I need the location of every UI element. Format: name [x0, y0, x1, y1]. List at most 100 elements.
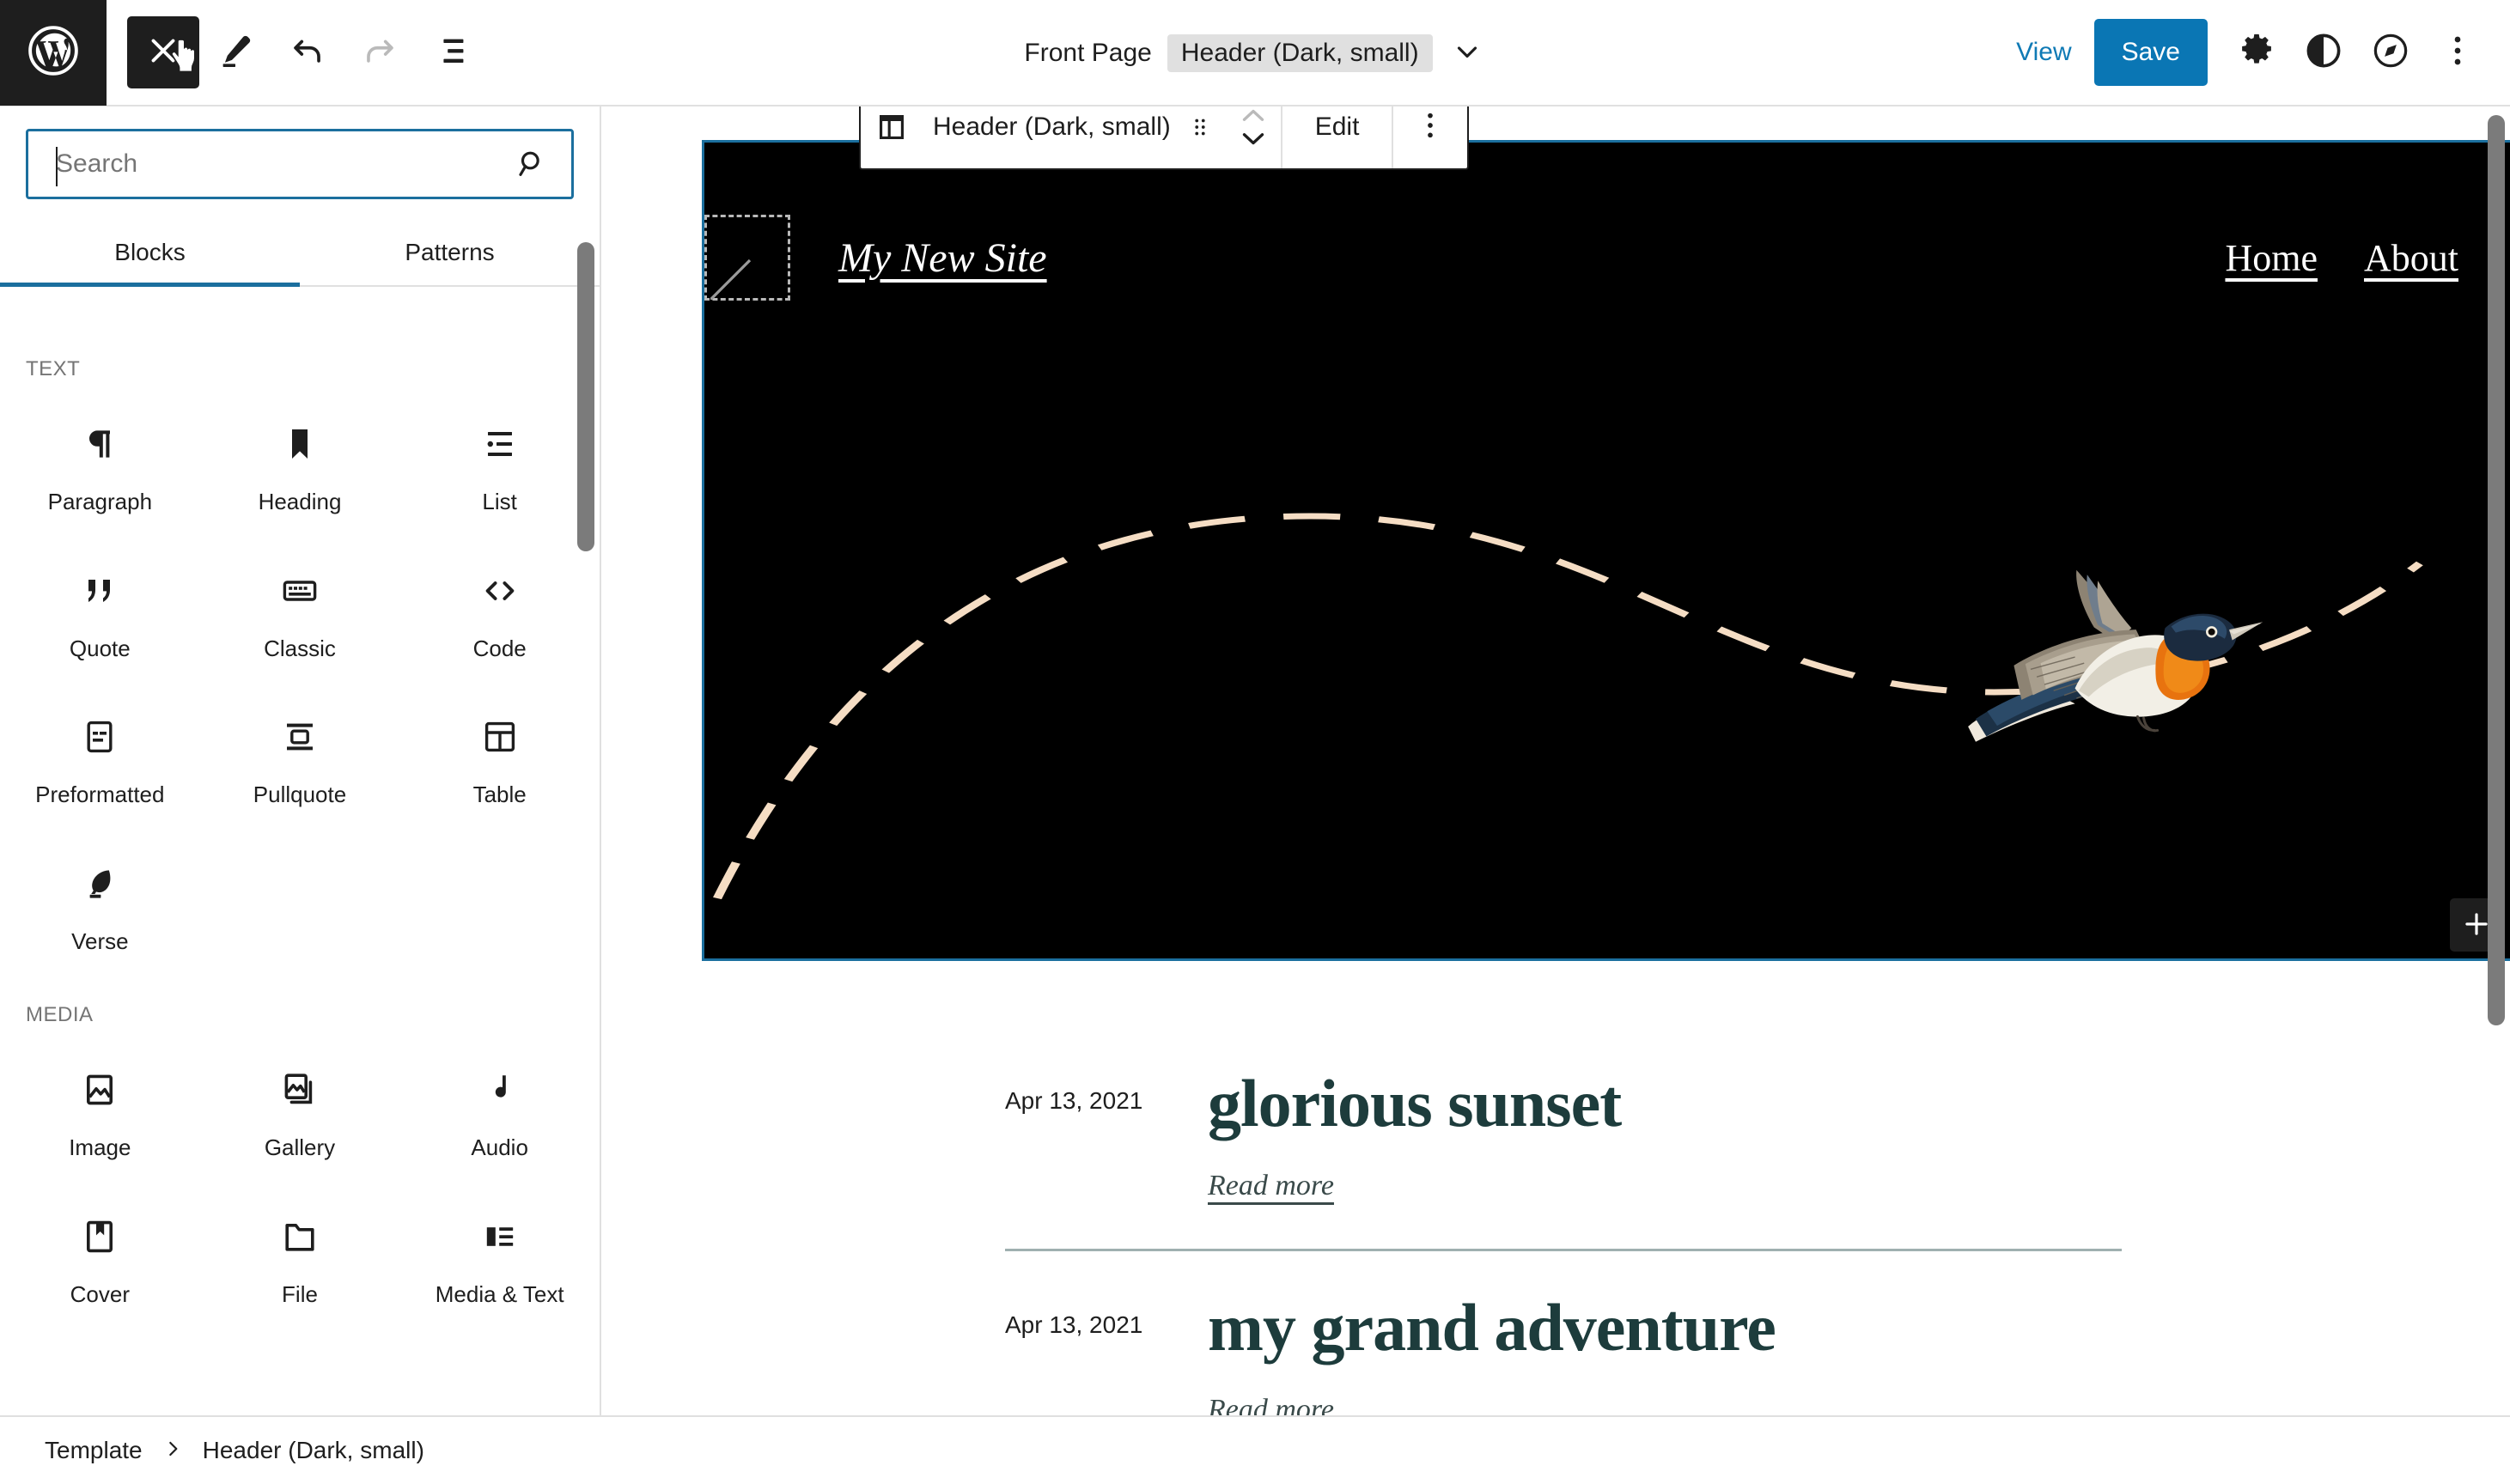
block-item-preformatted[interactable]: Preformatted [0, 683, 200, 830]
section-title-media: MEDIA [26, 1003, 94, 1027]
block-label: Image [69, 1134, 131, 1161]
tab-blocks[interactable]: Blocks [0, 223, 300, 287]
compass-icon [2371, 31, 2410, 75]
block-item-cover[interactable]: Cover [0, 1183, 200, 1329]
post-title[interactable]: my grand adventure [1208, 1292, 2510, 1363]
block-grid-text: Paragraph Heading List Quote Classic Cod… [0, 390, 600, 976]
template-part-header-block[interactable]: Header (Dark, small) Edit My New Site Ho… [702, 106, 2510, 961]
site-logo-placeholder[interactable] [704, 215, 790, 301]
block-label: File [282, 1280, 318, 1307]
block-item-heading[interactable]: Heading [200, 390, 400, 537]
post-item: Apr 13, 2021 glorious sunset Read more [601, 1068, 2510, 1202]
block-item-file[interactable]: File [200, 1183, 400, 1329]
edit-template-part-button[interactable]: Edit [1282, 106, 1392, 168]
block-item-pullquote[interactable]: Pullquote [200, 683, 400, 830]
read-more-link[interactable]: Read more [1208, 1170, 1334, 1202]
block-item-verse[interactable]: Verse [0, 830, 200, 976]
navigation-button[interactable] [2357, 19, 2424, 86]
wordpress-logo-icon [27, 24, 80, 82]
wordpress-site-editor: Front Page Header (Dark, small) View Sav… [0, 0, 2510, 1484]
nav-item-about[interactable]: About [2364, 236, 2458, 280]
drag-handle-icon[interactable] [1174, 106, 1226, 168]
top-bar-right-tools: View Save [1994, 19, 2510, 86]
save-button[interactable]: Save [2093, 19, 2208, 86]
inserter-tabs: Blocks Patterns [0, 223, 600, 287]
tab-patterns[interactable]: Patterns [300, 223, 600, 285]
list-icon [479, 419, 521, 469]
settings-button[interactable] [2223, 19, 2290, 86]
canvas-scrollbar[interactable] [2488, 115, 2505, 1025]
block-item-table[interactable]: Table [399, 683, 600, 830]
pencil-icon [216, 31, 255, 75]
pilcrow-icon [79, 419, 120, 469]
text-caret [56, 147, 58, 186]
read-more-link[interactable]: Read more [1208, 1394, 1334, 1415]
move-down-icon[interactable] [1238, 128, 1269, 150]
block-label: Pullquote [253, 782, 347, 808]
three-dots-vertical-icon [1413, 108, 1447, 147]
block-label: Cover [70, 1280, 130, 1307]
block-options-button[interactable] [1393, 106, 1467, 168]
block-item-gallery[interactable]: Gallery [200, 1036, 400, 1183]
undo-icon [288, 31, 327, 75]
block-item-image[interactable]: Image [0, 1036, 200, 1183]
wordpress-logo-button[interactable] [0, 0, 107, 106]
block-inserter-panel: Blocks Patterns TEXT Paragraph [0, 106, 601, 1415]
inserter-scroll-area: TEXT Paragraph Heading List Quote Classi… [0, 330, 600, 1415]
block-item-list[interactable]: List [399, 390, 600, 537]
chevron-right-icon [161, 1438, 184, 1464]
search-field-wrapper[interactable] [26, 129, 574, 199]
pullquote-icon [279, 712, 320, 762]
block-label: Table [472, 782, 527, 808]
redo-button[interactable] [344, 16, 416, 88]
block-item-audio[interactable]: Audio [399, 1036, 600, 1183]
block-label: Preformatted [35, 782, 165, 808]
block-item-classic[interactable]: Classic [200, 537, 400, 684]
more-options-button[interactable] [2424, 19, 2491, 86]
editor-body: Blocks Patterns TEXT Paragraph [0, 106, 2510, 1415]
top-bar-left-tools [107, 16, 488, 88]
block-item-paragraph[interactable]: Paragraph [0, 390, 200, 537]
block-label: Classic [264, 635, 336, 661]
block-item-media-text[interactable]: Media & Text [399, 1183, 600, 1329]
canvas-inner: Header (Dark, small) Edit My New Site Ho… [601, 106, 2510, 1415]
block-label: Quote [69, 635, 131, 661]
block-label: Media & Text [435, 1280, 564, 1307]
template-part-icon[interactable] [861, 106, 923, 168]
post-date: Apr 13, 2021 [1005, 1311, 1143, 1338]
quill-icon [79, 859, 120, 909]
image-icon [79, 1065, 120, 1115]
block-label: Heading [258, 489, 342, 514]
breadcrumb-item-template[interactable]: Template [45, 1437, 143, 1464]
contrast-circle-icon [2304, 31, 2343, 75]
list-view-button[interactable] [416, 16, 488, 88]
styles-button[interactable] [2290, 19, 2357, 86]
folder-icon [279, 1212, 320, 1262]
quote-icon [79, 566, 120, 616]
block-label: Audio [471, 1134, 528, 1161]
breadcrumb-item-header[interactable]: Header (Dark, small) [203, 1437, 424, 1464]
block-label: Paragraph [47, 489, 153, 514]
search-input[interactable] [28, 149, 515, 179]
post-list: Apr 13, 2021 glorious sunset Read more A… [601, 1068, 2510, 1415]
redo-icon [360, 31, 399, 75]
move-up-icon[interactable] [1238, 106, 1269, 126]
edit-mode-button[interactable] [199, 16, 271, 88]
three-dots-vertical-icon [2438, 31, 2477, 75]
media-text-icon [479, 1212, 521, 1262]
close-inserter-button[interactable] [127, 16, 199, 88]
post-item: Apr 13, 2021 my grand adventure Read mor… [601, 1292, 2510, 1415]
block-label: Verse [71, 928, 129, 954]
document-dropdown-button[interactable] [1448, 34, 1486, 72]
nav-item-home[interactable]: Home [2225, 236, 2318, 280]
undo-button[interactable] [271, 16, 344, 88]
search-icon [515, 147, 571, 181]
post-title[interactable]: glorious sunset [1208, 1068, 2510, 1139]
block-item-code[interactable]: Code [399, 537, 600, 684]
block-item-quote[interactable]: Quote [0, 537, 200, 684]
block-toolbar-block-name: Header (Dark, small) [933, 113, 1171, 141]
block-label: List [482, 489, 517, 514]
inserter-scrollbar[interactable] [577, 242, 594, 551]
view-link[interactable]: View [1994, 38, 2093, 67]
site-title[interactable]: My New Site [838, 234, 1047, 282]
